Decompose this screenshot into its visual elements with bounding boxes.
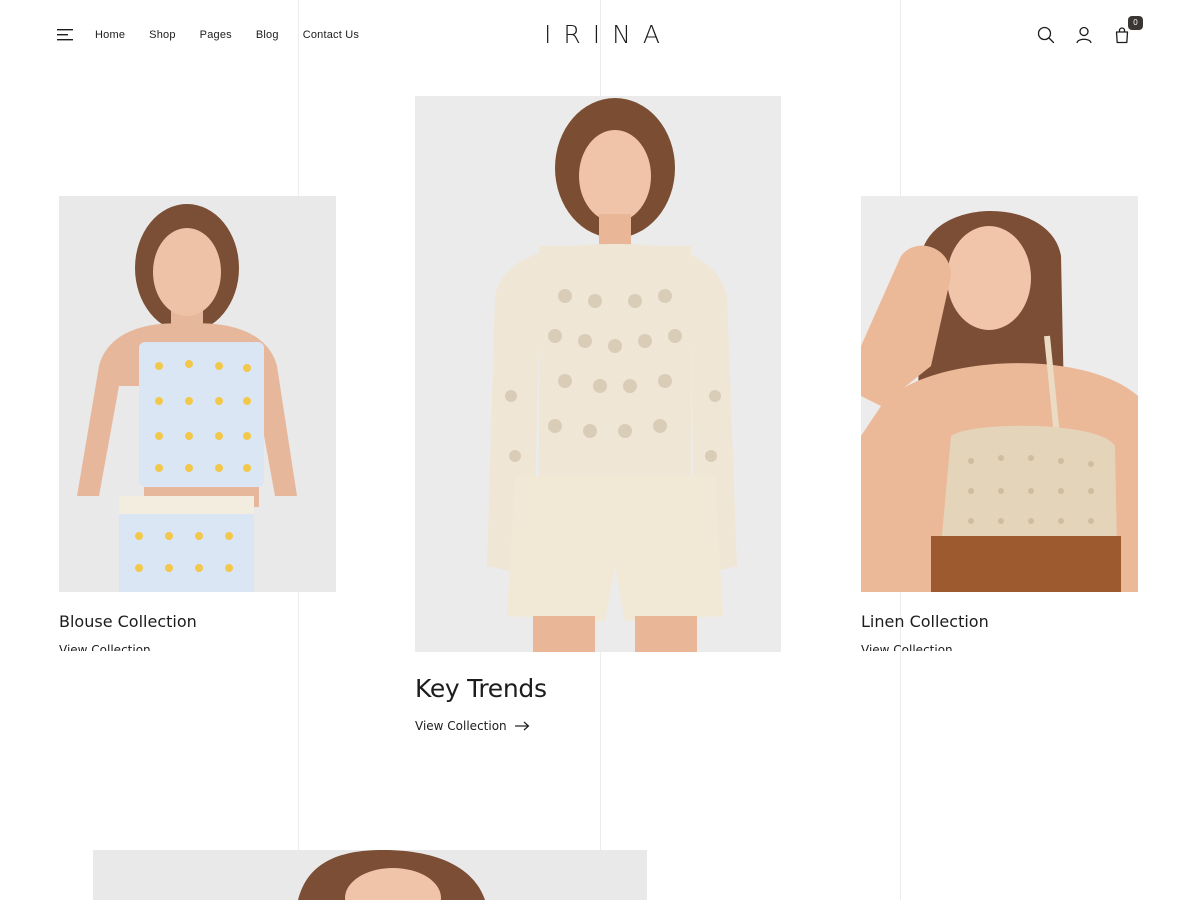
menu-icon[interactable]	[56, 27, 76, 43]
arrow-right-icon	[514, 721, 530, 731]
collection-card-linen[interactable]: Linen Collection View Collection	[861, 196, 1138, 656]
blouse-collection-image[interactable]	[59, 196, 336, 592]
card-title[interactable]: Linen Collection	[861, 612, 989, 631]
key-trends-image[interactable]	[415, 96, 781, 652]
featured-banner-image[interactable]	[93, 850, 647, 900]
card-title[interactable]: Key Trends	[415, 674, 547, 703]
view-collection-label: View Collection	[415, 719, 507, 733]
linen-collection-image[interactable]	[861, 196, 1138, 592]
card-title[interactable]: Blouse Collection	[59, 612, 197, 631]
view-collection-link[interactable]: View Collection	[861, 643, 953, 651]
main-nav: Home Shop Pages Blog Contact Us	[95, 28, 383, 42]
page: Home Shop Pages Blog Contact Us IRINA 0 …	[0, 0, 1200, 900]
search-icon[interactable]	[1036, 25, 1056, 45]
cart-count-badge: 0	[1128, 16, 1143, 30]
nav-shop[interactable]: Shop	[149, 28, 176, 42]
nav-contact-us[interactable]: Contact Us	[303, 28, 359, 42]
view-collection-link[interactable]: View Collection	[59, 643, 151, 651]
collection-card-blouse[interactable]: Blouse Collection View Collection	[59, 196, 336, 656]
nav-home[interactable]: Home	[95, 28, 125, 42]
nav-pages[interactable]: Pages	[200, 28, 232, 42]
site-header: Home Shop Pages Blog Contact Us IRINA 0	[0, 0, 1200, 70]
site-logo[interactable]: IRINA	[544, 20, 672, 50]
collection-card-key-trends[interactable]: Key Trends View Collection	[415, 96, 781, 746]
user-icon[interactable]	[1074, 25, 1094, 45]
view-collection-link[interactable]: View Collection	[415, 719, 530, 733]
nav-blog[interactable]: Blog	[256, 28, 279, 42]
